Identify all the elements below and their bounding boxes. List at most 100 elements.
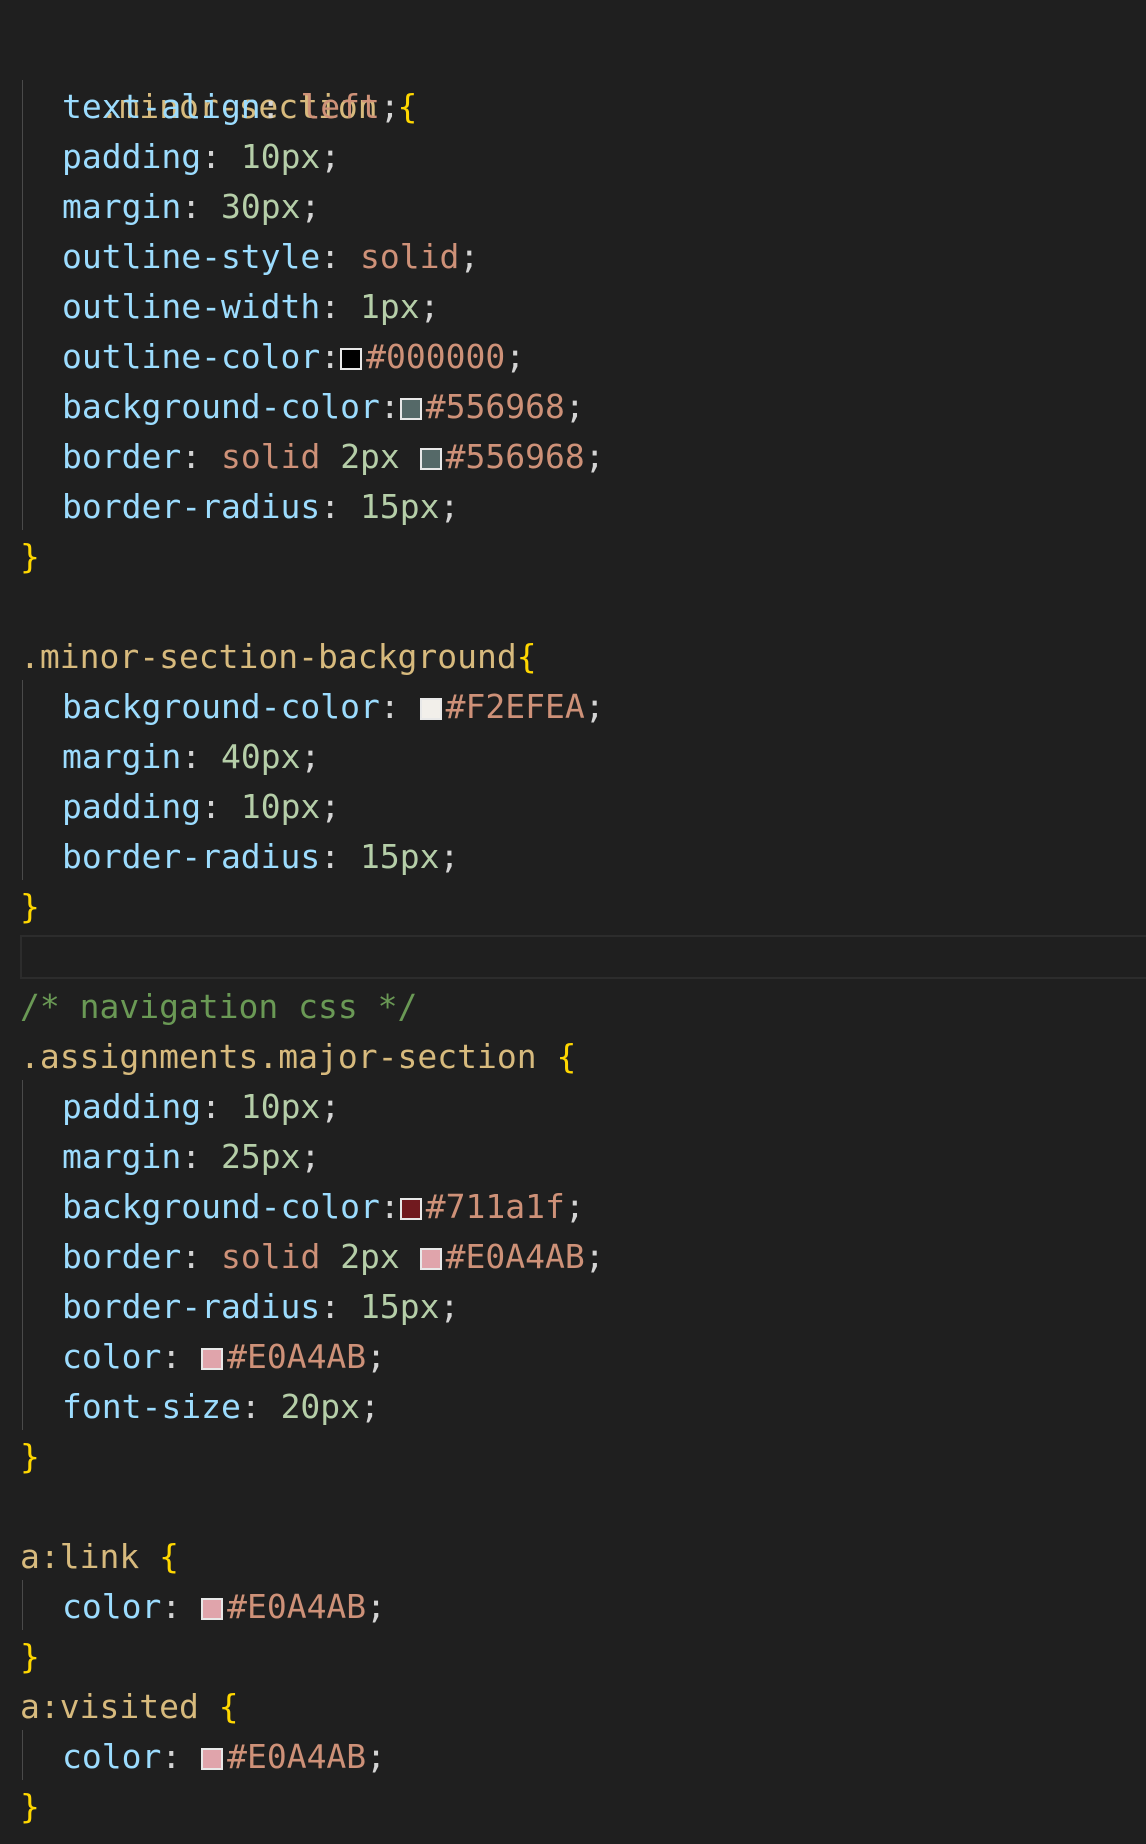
code-line[interactable]: outline-color: #000000; — [62, 332, 525, 382]
css-value: #E0A4AB — [227, 1337, 367, 1376]
color-swatch-icon[interactable] — [201, 1748, 224, 1770]
code-line[interactable]: outline-width: 1px; — [62, 282, 440, 332]
code-line[interactable]: margin: 40px; — [62, 732, 320, 782]
colon: : — [181, 1137, 221, 1176]
code-line[interactable]: color: #E0A4AB; — [62, 1332, 386, 1382]
code-line[interactable]: border-radius: 15px; — [62, 832, 459, 882]
colon: : — [379, 687, 420, 726]
code-line[interactable]: padding: 10px; — [62, 1082, 340, 1132]
css-property: outline-color — [62, 337, 321, 376]
code-line[interactable]: background-color: #556968; — [62, 382, 585, 432]
code-editor[interactable]: .minor-section { text-align: left; paddi… — [0, 0, 1146, 1844]
color-swatch-icon[interactable] — [419, 698, 442, 720]
css-property: color — [62, 1337, 162, 1376]
css-property: padding — [62, 1087, 202, 1126]
colon: : — [201, 137, 241, 176]
code-line[interactable]: margin: 25px; — [62, 1132, 320, 1182]
code-line[interactable]: padding: 10px; — [62, 782, 340, 832]
color-swatch-icon[interactable] — [340, 348, 363, 370]
css-property: margin — [62, 737, 182, 776]
css-value: 10px — [240, 787, 321, 826]
css-property: padding — [62, 787, 202, 826]
code-line[interactable]: text-align: left; — [62, 82, 400, 132]
semicolon: ; — [439, 487, 460, 526]
colon: : — [320, 1287, 361, 1326]
semicolon: ; — [439, 1287, 460, 1326]
open-brace: { — [397, 87, 418, 126]
semicolon: ; — [505, 337, 526, 376]
colon: : — [320, 837, 361, 876]
code-line[interactable]: .minor-section-background{ — [20, 632, 537, 682]
indent-guide — [22, 1580, 23, 1630]
color-swatch-icon[interactable] — [201, 1348, 224, 1370]
css-property: border-radius — [62, 837, 321, 876]
code-line[interactable]: color: #E0A4AB; — [62, 1732, 386, 1782]
semicolon: ; — [564, 1187, 585, 1226]
color-swatch-icon[interactable] — [399, 1198, 422, 1220]
code-line[interactable]: } — [20, 532, 40, 582]
semicolon: ; — [366, 1587, 387, 1626]
css-value-size: 2px — [340, 1237, 400, 1276]
css-value: 40px — [220, 737, 301, 776]
code-line[interactable]: .minor-section { — [20, 32, 417, 126]
code-line[interactable]: padding: 10px; — [62, 132, 340, 182]
color-swatch-icon[interactable] — [419, 1248, 442, 1270]
css-property: margin — [62, 1137, 182, 1176]
css-property: color — [62, 1737, 162, 1776]
css-property: font-size — [62, 1387, 241, 1426]
semicolon: ; — [584, 1237, 605, 1276]
css-value: 15px — [360, 1287, 440, 1326]
color-swatch-icon[interactable] — [419, 448, 442, 470]
css-value: 1px — [360, 287, 420, 326]
css-property: color — [62, 1587, 162, 1626]
code-line[interactable]: border-radius: 15px; — [62, 482, 459, 532]
semicolon: ; — [564, 387, 585, 426]
css-selector: a:visited — [20, 1687, 199, 1726]
code-line[interactable]: /* navigation css */ — [20, 982, 417, 1032]
css-property: background-color — [62, 387, 380, 426]
close-brace: } — [20, 537, 40, 576]
code-line[interactable]: outline-style: solid; — [62, 232, 479, 282]
code-line[interactable]: } — [20, 1632, 40, 1682]
code-line[interactable]: } — [20, 882, 40, 932]
css-value: #E0A4AB — [227, 1587, 367, 1626]
css-value: #556968 — [425, 387, 565, 426]
colon: : — [161, 1337, 202, 1376]
code-line[interactable]: margin: 30px; — [62, 182, 320, 232]
semicolon: ; — [300, 187, 321, 226]
css-property: border-radius — [62, 1287, 321, 1326]
css-value: #E0A4AB — [445, 1237, 585, 1276]
css-value: #556968 — [445, 437, 585, 476]
colon: : — [181, 187, 221, 226]
code-line[interactable]: a:visited { — [20, 1682, 239, 1732]
colon: : — [181, 1237, 221, 1276]
indent-guide — [22, 1730, 23, 1780]
code-line[interactable]: border: solid 2px #E0A4AB; — [62, 1232, 605, 1282]
colon: : — [181, 437, 221, 476]
code-line[interactable]: } — [20, 1432, 40, 1482]
semicolon: ; — [366, 1337, 387, 1376]
code-line[interactable]: border-radius: 15px; — [62, 1282, 459, 1332]
code-line[interactable]: color: #E0A4AB; — [62, 1582, 386, 1632]
css-value-keyword: solid — [220, 1237, 321, 1276]
css-value: 30px — [220, 187, 301, 226]
color-swatch-icon[interactable] — [201, 1598, 224, 1620]
colon: : — [379, 387, 400, 426]
code-line[interactable]: background-color: #F2EFEA; — [62, 682, 605, 732]
css-value: 10px — [240, 1087, 321, 1126]
code-line[interactable]: font-size: 20px; — [62, 1382, 380, 1432]
css-property: background-color — [62, 687, 380, 726]
code-line[interactable]: background-color: #711a1f; — [62, 1182, 585, 1232]
css-selector: .minor-section-background — [20, 637, 517, 676]
css-selector: .assignments.major-section — [20, 1037, 537, 1076]
css-property: outline-width — [62, 287, 321, 326]
semicolon: ; — [366, 1737, 387, 1776]
color-swatch-icon[interactable] — [399, 398, 422, 420]
code-line[interactable]: .assignments.major-section { — [20, 1032, 576, 1082]
code-line[interactable]: } — [20, 1782, 40, 1832]
code-line[interactable]: a:link { — [20, 1532, 179, 1582]
css-property: border — [62, 437, 182, 476]
code-line[interactable]: border: solid 2px #556968; — [62, 432, 605, 482]
open-brace: { — [218, 1687, 239, 1726]
colon: : — [161, 1587, 202, 1626]
